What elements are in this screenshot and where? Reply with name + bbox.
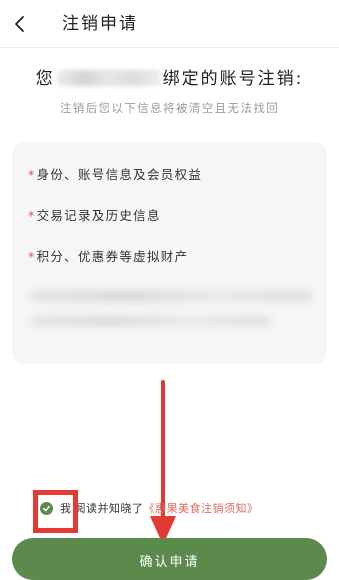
account-heading: 您 绑定的账号注销: bbox=[0, 68, 339, 90]
info-item-label: 交易记录及历史信息 bbox=[36, 208, 161, 223]
info-item-transactions: *交易记录及历史信息 bbox=[28, 208, 161, 224]
cancellation-notice-link[interactable]: 《惠果美食注销须知》 bbox=[144, 500, 259, 516]
masked-phone-number bbox=[56, 70, 161, 86]
agreement-prefix: 我 bbox=[60, 502, 72, 515]
required-star: * bbox=[28, 249, 36, 264]
page-title: 注销申请 bbox=[62, 14, 138, 34]
cleared-info-card: *身份、账号信息及会员权益 *交易记录及历史信息 *积分、优惠券等虚拟财产 bbox=[12, 142, 327, 364]
chevron-left-icon bbox=[15, 16, 24, 32]
agreement-checkbox[interactable] bbox=[40, 501, 53, 515]
agreement-text: 阅读并知晓了 bbox=[74, 502, 144, 515]
agreement-row: 我 阅读并知晓了 《惠果美食注销须知》 bbox=[40, 498, 259, 518]
header-bar: 注销申请 bbox=[0, 0, 339, 48]
blurred-notice-line bbox=[30, 290, 312, 302]
account-subtitle: 注销后您以下信息将被清空且无法找回 bbox=[59, 101, 280, 115]
info-item-label: 积分、优惠券等虚拟财产 bbox=[36, 249, 189, 264]
confirm-apply-button[interactable]: 确认申请 bbox=[12, 538, 327, 580]
account-heading-prefix: 您 bbox=[35, 69, 55, 89]
check-icon bbox=[43, 505, 50, 511]
required-star: * bbox=[28, 208, 36, 223]
info-item-virtual-assets: *积分、优惠券等虚拟财产 bbox=[28, 249, 188, 265]
blurred-notice-line bbox=[30, 316, 270, 326]
back-button[interactable] bbox=[6, 10, 34, 38]
account-heading-suffix: 绑定的账号注销: bbox=[162, 69, 304, 89]
info-item-label: 身份、账号信息及会员权益 bbox=[36, 167, 203, 182]
required-star: * bbox=[28, 167, 36, 182]
info-item-identity: *身份、账号信息及会员权益 bbox=[28, 167, 202, 183]
